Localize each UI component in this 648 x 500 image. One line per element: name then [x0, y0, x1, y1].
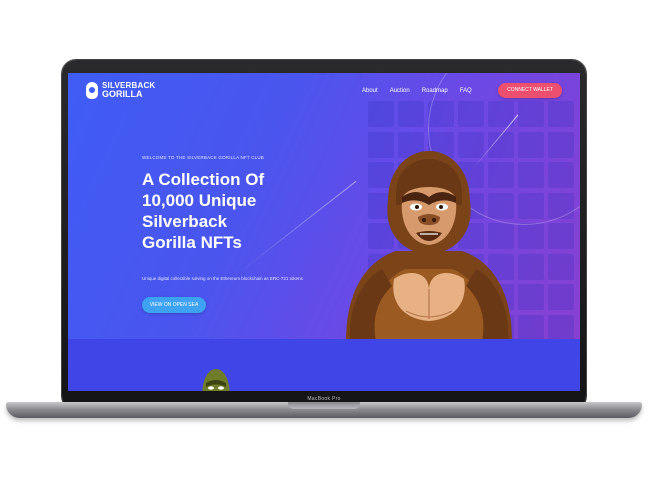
hero-headline: A Collection Of 10,000 Unique Silverback… — [142, 169, 342, 253]
site-header: SILVERBACK GORILLA About Auction Roadmap… — [68, 73, 580, 113]
main-nav: About Auction Roadmap FAQ — [362, 86, 484, 96]
nav-link-faq[interactable]: FAQ — [460, 86, 472, 96]
laptop-model-label: MacBook Pro — [307, 396, 341, 402]
laptop-screen: SILVERBACK GORILLA About Auction Roadmap… — [68, 73, 580, 391]
gorilla-logo-icon — [86, 81, 98, 99]
headline-line: A Collection Of — [142, 170, 265, 189]
nav-link-auction[interactable]: Auction — [390, 86, 410, 96]
headline-line: Silverback — [142, 212, 228, 231]
nav-link-roadmap[interactable]: Roadmap — [422, 86, 448, 96]
nft-tile — [548, 223, 574, 249]
nft-tile — [548, 314, 574, 341]
nft-tile — [548, 253, 574, 280]
connect-wallet-button[interactable]: CONNECT WALLET — [498, 83, 562, 98]
gorilla-illustration — [346, 151, 512, 341]
headline-line: Gorilla NFTs — [142, 233, 242, 252]
nft-tile — [548, 284, 574, 310]
nav-link-about[interactable]: About — [362, 86, 378, 96]
hero-subtitle: Unique digital collectible solving on th… — [142, 276, 303, 281]
hero-eyebrow: WELCOME TO THE SILVERBACK GORILLA NFT CL… — [142, 155, 265, 160]
next-section-band — [68, 339, 580, 391]
logo-line-2: GORILLA — [102, 89, 143, 99]
laptop-hinge-notch — [288, 402, 360, 409]
gorilla-illustration-small — [202, 369, 230, 391]
logo-text: SILVERBACK GORILLA — [102, 81, 155, 99]
site-logo[interactable]: SILVERBACK GORILLA — [86, 81, 155, 99]
headline-line: 10,000 Unique — [142, 191, 257, 210]
view-on-opensea-button[interactable]: VIEW ON OPEN SEA — [142, 297, 206, 313]
